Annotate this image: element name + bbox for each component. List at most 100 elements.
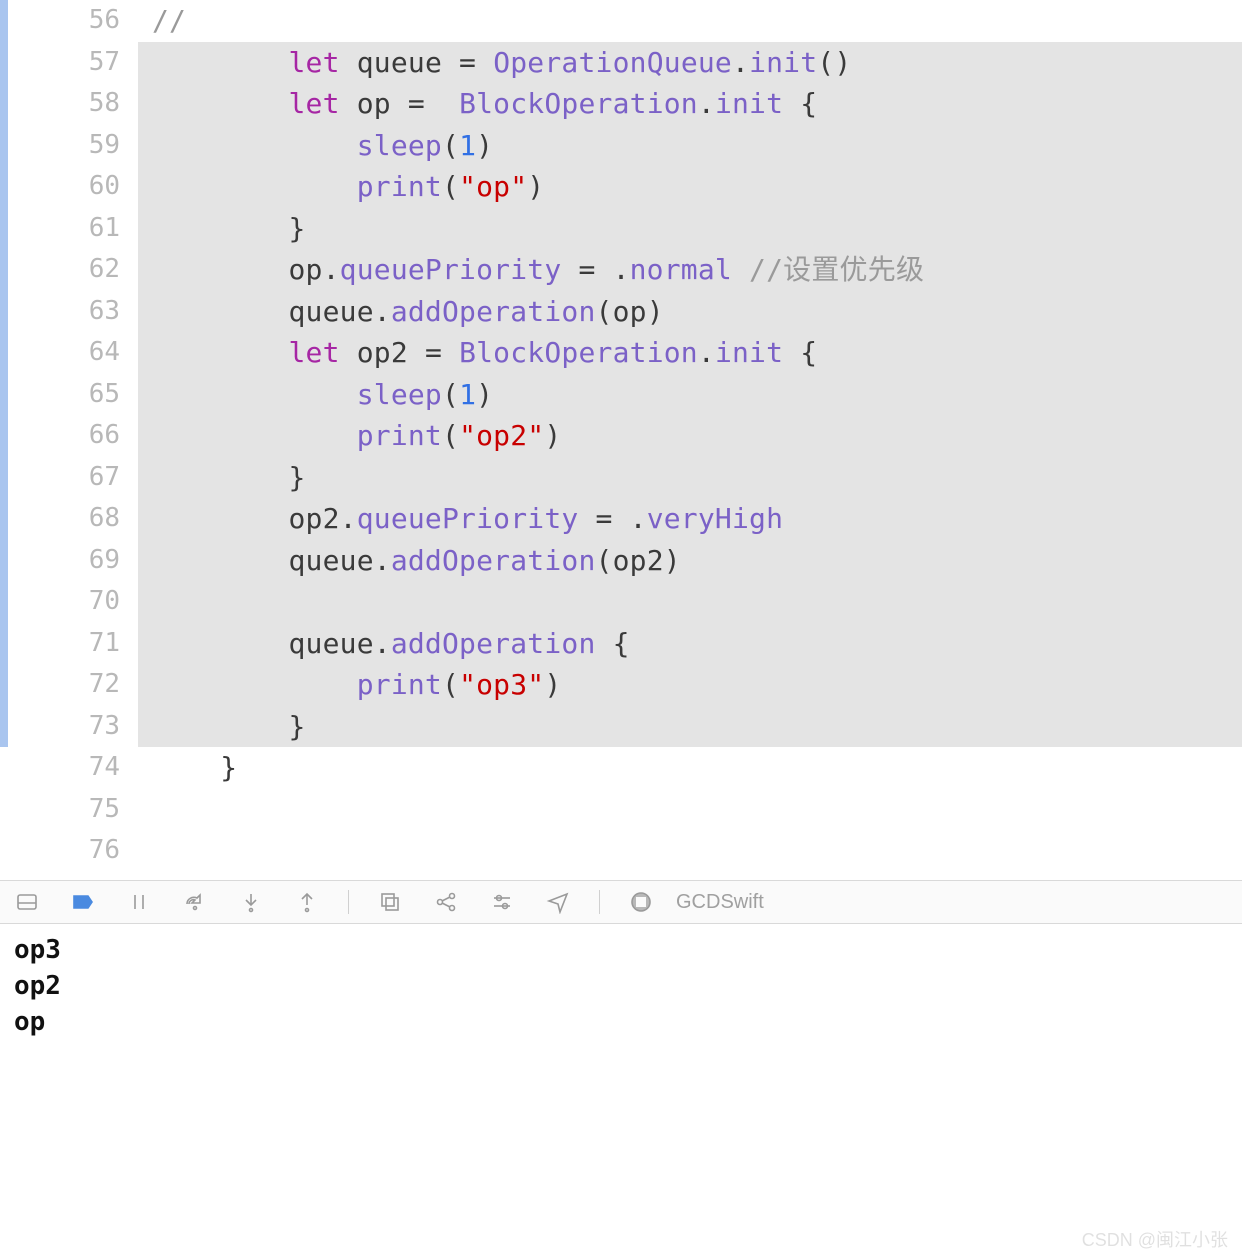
code-token: "op3" xyxy=(459,668,544,701)
line-number-gutter[interactable]: 5657585960616263646566676869707172737475… xyxy=(8,0,138,880)
code-token: BlockOperation xyxy=(459,336,698,369)
code-line[interactable]: let op = BlockOperation.init { xyxy=(138,83,1242,125)
code-line[interactable]: queue.addOperation { xyxy=(138,623,1242,665)
code-token: op. xyxy=(152,253,340,286)
code-token: } xyxy=(152,461,306,494)
simulate-location-icon[interactable] xyxy=(543,887,573,917)
debug-view-hierarchy-icon[interactable] xyxy=(375,887,405,917)
line-number[interactable]: 72 xyxy=(8,664,138,706)
code-token: ) xyxy=(544,419,561,452)
code-token: { xyxy=(596,627,630,660)
code-token: ( xyxy=(442,668,459,701)
code-line[interactable]: // xyxy=(138,0,1242,42)
code-token: print xyxy=(357,170,442,203)
target-app-icon[interactable] xyxy=(626,887,656,917)
environment-overrides-icon[interactable] xyxy=(487,887,517,917)
code-line[interactable]: } xyxy=(138,208,1242,250)
line-number[interactable]: 60 xyxy=(8,166,138,208)
memory-graph-icon[interactable] xyxy=(431,887,461,917)
pause-icon[interactable] xyxy=(124,887,154,917)
code-token: 1 xyxy=(459,129,476,162)
line-number[interactable]: 59 xyxy=(8,125,138,167)
code-token: let xyxy=(288,336,339,369)
line-number[interactable]: 57 xyxy=(8,42,138,84)
code-line[interactable] xyxy=(138,830,1242,872)
line-number[interactable]: 71 xyxy=(8,623,138,665)
code-line[interactable]: queue.addOperation(op2) xyxy=(138,540,1242,582)
code-token xyxy=(152,87,288,120)
code-token: "op2" xyxy=(459,419,544,452)
console-line: op2 xyxy=(14,968,1228,1004)
code-token: } xyxy=(152,751,237,784)
code-token: "op" xyxy=(459,170,527,203)
code-line[interactable]: queue.addOperation(op) xyxy=(138,291,1242,333)
code-line[interactable]: op2.queuePriority = .veryHigh xyxy=(138,498,1242,540)
target-label[interactable]: GCDSwift xyxy=(676,891,764,914)
code-token xyxy=(152,668,357,701)
code-token: init xyxy=(715,336,783,369)
code-line[interactable]: op.queuePriority = .normal //设置优先级 xyxy=(138,249,1242,291)
code-editor[interactable]: // let queue = OperationQueue.init() let… xyxy=(138,0,1242,880)
code-token: // xyxy=(152,4,186,37)
code-line[interactable]: sleep(1) xyxy=(138,374,1242,416)
watermark: CSDN @闽江小张 xyxy=(1082,1226,1228,1252)
line-number[interactable]: 66 xyxy=(8,415,138,457)
code-token: print xyxy=(357,668,442,701)
code-line[interactable] xyxy=(138,581,1242,623)
line-number[interactable]: 70 xyxy=(8,581,138,623)
line-number[interactable]: 68 xyxy=(8,498,138,540)
toggle-debug-area-icon[interactable] xyxy=(12,887,42,917)
code-token: () xyxy=(817,46,851,79)
code-token: = . xyxy=(561,253,629,286)
code-token: let xyxy=(288,46,339,79)
code-token: { xyxy=(783,87,817,120)
code-token: . xyxy=(698,336,715,369)
line-number[interactable]: 77 xyxy=(8,872,138,881)
code-line[interactable]: } xyxy=(138,747,1242,789)
editor-area: 5657585960616263646566676869707172737475… xyxy=(0,0,1242,880)
code-token: queue. xyxy=(152,627,391,660)
line-number[interactable]: 74 xyxy=(8,747,138,789)
step-over-icon[interactable] xyxy=(180,887,210,917)
code-line[interactable]: sleep(1) xyxy=(138,125,1242,167)
line-number[interactable]: 63 xyxy=(8,291,138,333)
line-number[interactable]: 76 xyxy=(8,830,138,872)
line-number[interactable]: 61 xyxy=(8,208,138,250)
code-token: //设置优先级 xyxy=(749,253,924,286)
line-number[interactable]: 67 xyxy=(8,457,138,499)
code-token: addOperation xyxy=(391,627,596,660)
line-number[interactable]: 58 xyxy=(8,83,138,125)
code-token: normal xyxy=(630,253,732,286)
code-token: init xyxy=(715,87,783,120)
code-line[interactable]: } xyxy=(138,457,1242,499)
line-number[interactable]: 62 xyxy=(8,249,138,291)
line-number[interactable]: 75 xyxy=(8,789,138,831)
code-line[interactable]: let op2 = BlockOperation.init { xyxy=(138,332,1242,374)
code-line[interactable]: print("op3") xyxy=(138,664,1242,706)
code-token: addOperation xyxy=(391,295,596,328)
console-output[interactable]: op3 op2 op CSDN @闽江小张 xyxy=(0,924,1242,1258)
code-token: ) xyxy=(476,129,493,162)
code-token: ( xyxy=(442,129,459,162)
code-line[interactable]: print("op2") xyxy=(138,415,1242,457)
line-number[interactable]: 65 xyxy=(8,374,138,416)
code-token: 1 xyxy=(459,378,476,411)
code-token xyxy=(732,253,749,286)
code-token xyxy=(152,585,288,618)
line-number[interactable]: 73 xyxy=(8,706,138,748)
code-token: = . xyxy=(578,502,646,535)
line-number[interactable]: 69 xyxy=(8,540,138,582)
code-line[interactable]: } xyxy=(138,706,1242,748)
code-line[interactable]: } xyxy=(138,872,1242,881)
line-number[interactable]: 56 xyxy=(8,0,138,42)
breakpoint-tag-icon[interactable] xyxy=(68,887,98,917)
code-line[interactable]: print("op") xyxy=(138,166,1242,208)
code-line[interactable]: let queue = OperationQueue.init() xyxy=(138,42,1242,84)
code-line[interactable] xyxy=(138,789,1242,831)
step-out-icon[interactable] xyxy=(292,887,322,917)
line-number[interactable]: 64 xyxy=(8,332,138,374)
code-token xyxy=(152,129,357,162)
step-into-icon[interactable] xyxy=(236,887,266,917)
code-token: queue. xyxy=(152,544,391,577)
code-token xyxy=(152,378,357,411)
